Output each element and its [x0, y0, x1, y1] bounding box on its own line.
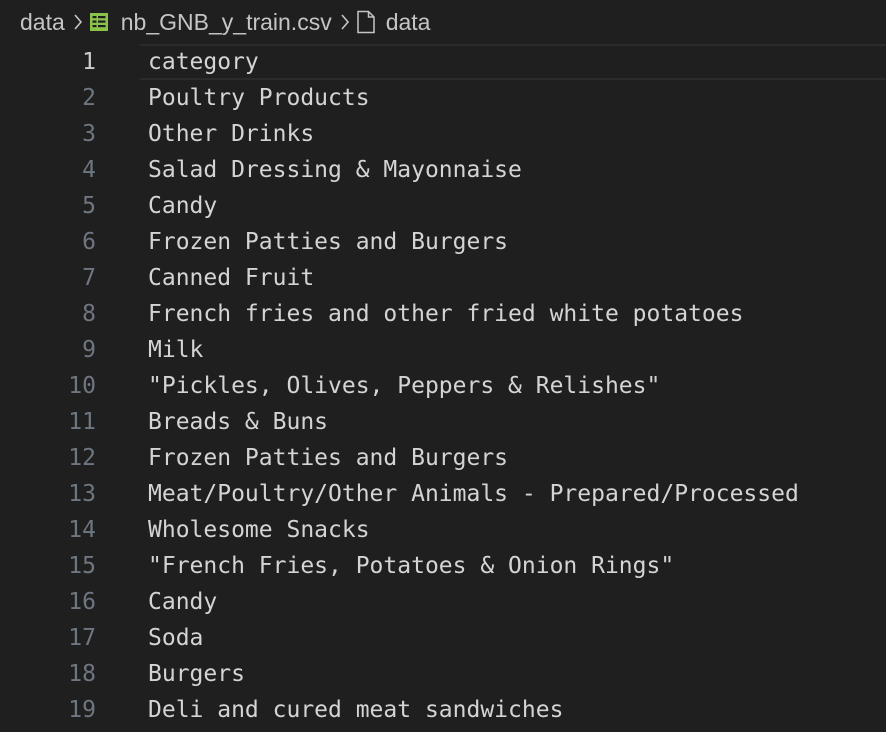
line-text[interactable]: Salad Dressing & Mayonnaise	[148, 157, 522, 183]
breadcrumb: data nb_GNB_y_train.csv data	[20, 0, 430, 44]
line-text[interactable]: "French Fries, Potatoes & Onion Rings"	[148, 553, 674, 579]
code-line[interactable]: 18 Burgers	[0, 656, 886, 692]
breadcrumb-folder[interactable]: data	[20, 9, 65, 36]
line-number: 19	[68, 697, 96, 723]
line-number: 5	[82, 193, 96, 219]
line-number: 8	[82, 301, 96, 327]
line-number: 2	[82, 85, 96, 111]
code-line[interactable]: 15 "French Fries, Potatoes & Onion Rings"	[0, 548, 886, 584]
code-line[interactable]: 12 Frozen Patties and Burgers	[0, 440, 886, 476]
line-text[interactable]: Wholesome Snacks	[148, 517, 370, 543]
code-line[interactable]: 2 Poultry Products	[0, 80, 886, 116]
code-line[interactable]: 5 Candy	[0, 188, 886, 224]
code-line[interactable]: 1 category	[0, 44, 886, 80]
line-text[interactable]: Candy	[148, 193, 217, 219]
line-number: 12	[68, 445, 96, 471]
line-number: 3	[82, 121, 96, 147]
line-text[interactable]: Candy	[148, 589, 217, 615]
code-line[interactable]: 6 Frozen Patties and Burgers	[0, 224, 886, 260]
line-number: 7	[82, 265, 96, 291]
line-text[interactable]: Frozen Patties and Burgers	[148, 229, 508, 255]
line-number: 14	[68, 517, 96, 543]
line-text[interactable]: Milk	[148, 337, 203, 363]
code-lines[interactable]: 1 category 2 Poultry Products 3 Other Drinks 4…	[0, 44, 886, 728]
line-text[interactable]: category	[148, 49, 259, 75]
code-line[interactable]: 16 Candy	[0, 584, 886, 620]
line-number: 6	[82, 229, 96, 255]
line-text[interactable]: Poultry Products	[148, 85, 370, 111]
code-line[interactable]: 13 Meat/Poultry/Other Animals - Prepared/…	[0, 476, 886, 512]
code-line[interactable]: 10 "Pickles, Olives, Peppers & Relishes"	[0, 368, 886, 404]
line-text[interactable]: "Pickles, Olives, Peppers & Relishes"	[148, 373, 660, 399]
line-number: 15	[68, 553, 96, 579]
line-number: 17	[68, 625, 96, 651]
file-icon	[356, 10, 376, 34]
chevron-right-icon	[340, 13, 350, 31]
code-line[interactable]: 3 Other Drinks	[0, 116, 886, 152]
code-line[interactable]: 14 Wholesome Snacks	[0, 512, 886, 548]
line-number: 11	[68, 409, 96, 435]
code-line[interactable]: 19 Deli and cured meat sandwiches	[0, 692, 886, 728]
line-text[interactable]: French fries and other fried white potat…	[148, 301, 743, 327]
line-number: 4	[82, 157, 96, 183]
line-text[interactable]: Soda	[148, 625, 203, 651]
line-number: 18	[68, 661, 96, 687]
breadcrumb-file[interactable]: nb_GNB_y_train.csv	[121, 9, 332, 36]
line-text[interactable]: Breads & Buns	[148, 409, 328, 435]
line-text[interactable]: Burgers	[148, 661, 245, 687]
code-line[interactable]: 4 Salad Dressing & Mayonnaise	[0, 152, 886, 188]
line-number: 16	[68, 589, 96, 615]
code-line[interactable]: 17 Soda	[0, 620, 886, 656]
csv-table-icon	[89, 12, 109, 32]
line-number: 1	[82, 49, 96, 75]
line-text[interactable]: Canned Fruit	[148, 265, 314, 291]
code-line[interactable]: 8 French fries and other fried white pota…	[0, 296, 886, 332]
chevron-right-icon	[73, 13, 83, 31]
line-text[interactable]: Frozen Patties and Burgers	[148, 445, 508, 471]
line-text[interactable]: Other Drinks	[148, 121, 314, 147]
breadcrumb-symbol[interactable]: data	[386, 9, 431, 36]
line-number: 13	[68, 481, 96, 507]
code-line[interactable]: 9 Milk	[0, 332, 886, 368]
code-line[interactable]: 7 Canned Fruit	[0, 260, 886, 296]
line-text[interactable]: Deli and cured meat sandwiches	[148, 697, 563, 723]
line-text[interactable]: Meat/Poultry/Other Animals - Prepared/Pr…	[148, 481, 799, 507]
code-line[interactable]: 11 Breads & Buns	[0, 404, 886, 440]
line-number: 10	[68, 373, 96, 399]
editor: data nb_GNB_y_train.csv data 1 category …	[0, 0, 886, 732]
line-number: 9	[82, 337, 96, 363]
